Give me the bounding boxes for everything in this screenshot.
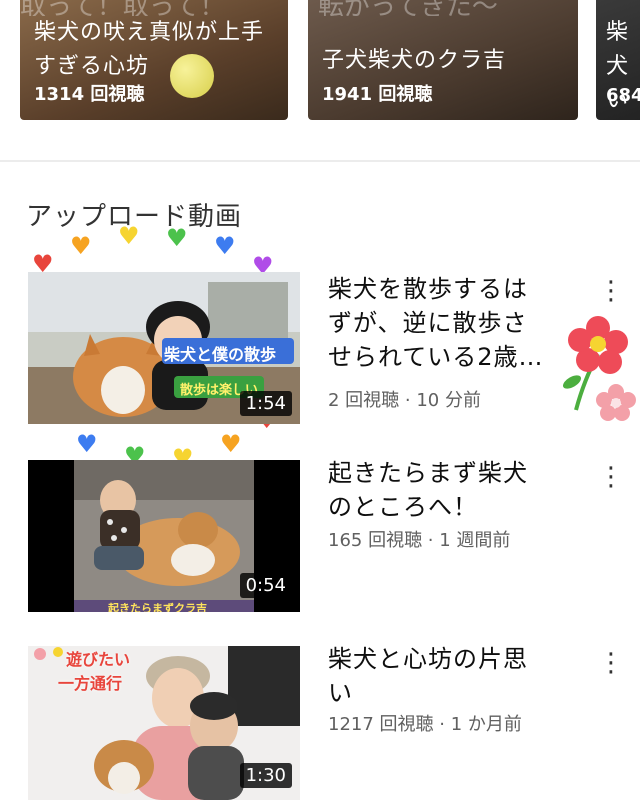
video-meta: 1217 回視聴 · 1 か月前 xyxy=(328,714,522,735)
video-title[interactable]: 柴犬と心坊の片思 い xyxy=(328,642,558,710)
thumbnail-caption: 起きたらまずクラ吉 xyxy=(108,602,207,612)
video-meta: 165 回視聴 · 1 週間前 xyxy=(328,530,511,551)
video-item[interactable]: 柴犬と僕の散歩 散歩は楽しい 1:54 柴犬を散歩するは ずが、逆に散歩さ せら… xyxy=(0,272,640,432)
video-thumbnail[interactable]: 起きたらまずクラ吉 0:54 xyxy=(28,460,300,612)
carousel-card-views: 1941 回視聴 xyxy=(322,84,433,105)
carousel-card[interactable]: 転がってきた〜 子犬柴犬のクラ吉 1941 回視聴 xyxy=(308,0,578,120)
video-thumbnail[interactable]: 遊びたい 一方通行 1:30 xyxy=(28,646,300,800)
heart-icon: ♥ xyxy=(70,232,92,260)
heart-icon: ♥ xyxy=(76,430,98,458)
more-vert-icon[interactable]: ⋮ xyxy=(598,278,624,304)
video-item[interactable]: 遊びたい 一方通行 1:30 柴犬と心坊の片思 い 1217 回視聴 · 1 か… xyxy=(0,645,640,806)
thumbnail-caption: 遊びたい xyxy=(66,650,131,669)
video-title[interactable]: 起きたらまず柴犬 のところへ！ xyxy=(328,456,558,524)
heart-icon: ♥ xyxy=(214,232,236,260)
section-divider xyxy=(0,160,640,162)
video-duration: 1:54 xyxy=(239,391,292,416)
video-thumbnail[interactable]: 柴犬と僕の散歩 散歩は楽しい 1:54 xyxy=(28,272,300,424)
video-title-text: 柴犬と心坊の片思 い xyxy=(328,645,528,707)
carousel-card-views: 1314 回視聴 xyxy=(34,84,145,105)
flower-sticker-icon xyxy=(596,384,636,421)
video-title[interactable]: 柴犬を散歩するは ずが、逆に散歩さ せられている2歳… xyxy=(328,272,558,374)
more-vert-icon[interactable]: ⋮ xyxy=(598,464,624,490)
thumbnail-overlay-text: 転がってきた〜 xyxy=(318,0,498,16)
video-title-text: 起きたらまず柴犬 のところへ！ xyxy=(328,459,528,521)
carousel-card-title: 子犬柴犬のクラ吉 xyxy=(322,48,507,73)
shelf-carousel: 取って！取って！ 柴犬の吠え真似が上手 すぎる心坊 1314 回視聴 転がってき… xyxy=(0,0,640,120)
video-item[interactable]: 起きたらまずクラ吉 0:54 起きたらまず柴犬 のところへ！ 165 回視聴 ·… xyxy=(0,459,640,620)
carousel-card-views: 684 xyxy=(606,85,640,106)
more-vert-icon[interactable]: ⋮ xyxy=(598,650,624,676)
carousel-card-title: 柴犬の吠え真似が上手 すぎる心坊 xyxy=(34,20,265,79)
carousel-card[interactable]: 柴犬 い 684 xyxy=(596,0,640,120)
heart-icon: ♥ xyxy=(118,222,140,250)
thumbnail-overlay-text: 取って！取って！ xyxy=(20,0,226,16)
video-duration: 1:30 xyxy=(239,763,292,788)
video-duration: 0:54 xyxy=(239,573,292,598)
heart-icon: ♥ xyxy=(220,430,242,458)
heart-icon: ♥ xyxy=(166,224,188,252)
video-meta: 2 回視聴 · 10 分前 xyxy=(328,390,481,411)
carousel-card[interactable]: 取って！取って！ 柴犬の吠え真似が上手 すぎる心坊 1314 回視聴 xyxy=(20,0,288,120)
video-title-text: 柴犬を散歩するは ずが、逆に散歩さ せられている2歳… xyxy=(328,275,544,371)
thumbnail-caption: 一方通行 xyxy=(58,674,123,693)
thumbnail-caption: 柴犬と僕の散歩 xyxy=(164,345,277,364)
